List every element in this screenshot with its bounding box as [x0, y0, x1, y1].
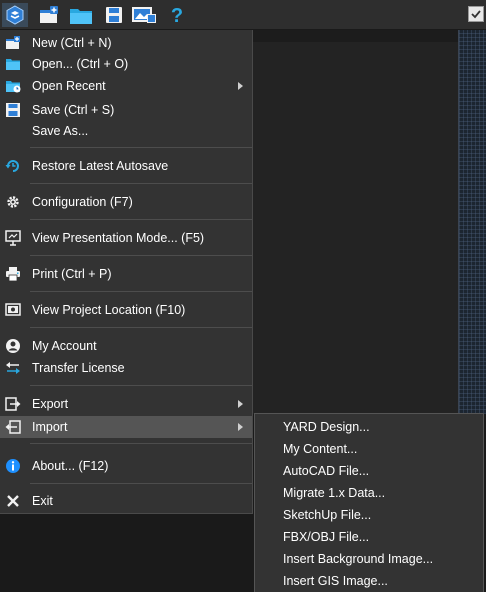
design-canvas[interactable] [252, 42, 458, 414]
grid-panel[interactable] [458, 30, 486, 414]
menu-separator [30, 385, 252, 386]
menu-separator [30, 183, 252, 184]
submenu-item-my-content[interactable]: My Content... [255, 438, 483, 460]
submenu-label: Insert GIS Image... [283, 574, 388, 588]
new-icon [5, 35, 21, 51]
menu-label: New (Ctrl + N) [32, 36, 112, 50]
submenu-label: YARD Design... [283, 420, 370, 434]
menu-label: Transfer License [32, 361, 125, 375]
menu-label: About... (F12) [32, 459, 109, 473]
location-icon [5, 302, 21, 318]
submenu-label: My Content... [283, 442, 358, 456]
submenu-item-migrate-data[interactable]: Migrate 1.x Data... [255, 482, 483, 504]
menu-item-open-recent[interactable]: Open Recent [0, 75, 252, 97]
menu-item-print[interactable]: Print (Ctrl + P) [0, 263, 252, 285]
menu-item-project-location[interactable]: View Project Location (F10) [0, 299, 252, 321]
submenu-arrow-icon [238, 423, 243, 431]
save-button[interactable] [101, 3, 127, 27]
menu-item-transfer-license[interactable]: Transfer License [0, 357, 252, 379]
menu-separator [30, 219, 252, 220]
submenu-label: AutoCAD File... [283, 464, 370, 478]
submenu-item-sketchup-file[interactable]: SketchUp File... [255, 504, 483, 526]
submenu-item-autocad-file[interactable]: AutoCAD File... [255, 460, 483, 482]
menu-item-restore-autosave[interactable]: Restore Latest Autosave [0, 155, 252, 177]
submenu-arrow-icon [238, 400, 243, 408]
menu-label: View Presentation Mode... (F5) [32, 231, 205, 245]
menu-item-save[interactable]: Save (Ctrl + S) [0, 99, 252, 121]
main-toolbar: ? [0, 0, 486, 30]
menu-item-configuration[interactable]: Configuration (F7) [0, 191, 252, 213]
menu-separator [30, 327, 252, 328]
help-button[interactable]: ? [164, 3, 190, 27]
menu-label: Open Recent [32, 79, 106, 93]
checkbox-checked-icon [471, 10, 481, 19]
submenu-label: Migrate 1.x Data... [283, 486, 386, 500]
menu-separator [30, 483, 252, 484]
menu-label: Save (Ctrl + S) [32, 103, 115, 117]
new-project-button[interactable] [36, 3, 62, 27]
save-disk-icon [106, 7, 122, 23]
menu-separator [30, 291, 252, 292]
menu-item-import[interactable]: Import [0, 416, 252, 438]
recent-icon [5, 78, 21, 94]
printer-icon [5, 266, 21, 282]
export-icon [5, 396, 21, 412]
menu-separator [30, 443, 252, 444]
menu-label: Open... (Ctrl + O) [32, 57, 129, 71]
help-icon: ? [171, 5, 183, 25]
toolbar-checkbox[interactable] [468, 6, 484, 22]
submenu-item-fbx-obj-file[interactable]: FBX/OBJ File... [255, 526, 483, 548]
menu-item-about[interactable]: About... (F12) [0, 455, 252, 477]
save-icon [5, 102, 21, 118]
submenu-label: SketchUp File... [283, 508, 372, 522]
presentation-icon [5, 230, 21, 246]
menu-item-export[interactable]: Export [0, 393, 252, 415]
import-submenu: YARD Design... My Content... AutoCAD Fil… [254, 413, 484, 592]
submenu-label: FBX/OBJ File... [283, 530, 370, 544]
submenu-item-gis-image[interactable]: Insert GIS Image... [255, 570, 483, 592]
gear-icon [5, 194, 21, 210]
menu-label: Export [32, 397, 69, 411]
menu-label: Import [32, 420, 68, 434]
submenu-arrow-icon [238, 82, 243, 90]
svg-text:?: ? [171, 5, 183, 25]
menu-item-presentation-mode[interactable]: View Presentation Mode... (F5) [0, 227, 252, 249]
menu-item-exit[interactable]: Exit [0, 490, 252, 512]
menu-label: View Project Location (F10) [32, 303, 186, 317]
menu-separator [30, 255, 252, 256]
close-icon [5, 493, 21, 509]
submenu-label: Insert Background Image... [283, 552, 434, 566]
app-logo-icon [6, 5, 24, 25]
menu-item-open[interactable]: Open... (Ctrl + O) [0, 53, 252, 75]
open-folder-button[interactable] [68, 3, 94, 27]
menu-label: Configuration (F7) [32, 195, 133, 209]
presentation-image-icon [132, 7, 156, 23]
menu-label: Print (Ctrl + P) [32, 267, 112, 281]
menu-label: Save As... [32, 124, 89, 138]
canvas-header-strip [252, 30, 458, 42]
info-icon [5, 458, 21, 474]
import-icon [5, 419, 21, 435]
menu-item-new[interactable]: New (Ctrl + N) [0, 32, 252, 54]
menu-label: Restore Latest Autosave [32, 159, 169, 173]
app-logo-button[interactable] [2, 3, 28, 27]
transfer-icon [5, 360, 21, 376]
restore-icon [5, 158, 21, 174]
menu-label: My Account [32, 339, 97, 353]
open-folder-icon [70, 9, 92, 24]
presentation-button[interactable] [131, 3, 157, 27]
folder-icon [5, 56, 21, 72]
menu-item-save-as[interactable]: Save As... [0, 120, 252, 142]
menu-separator [30, 147, 252, 148]
file-menu: New (Ctrl + N) Open... (Ctrl + O) Open R… [0, 30, 253, 514]
menu-label: Exit [32, 494, 53, 508]
new-project-icon [40, 6, 58, 23]
submenu-item-background-image[interactable]: Insert Background Image... [255, 548, 483, 570]
submenu-item-yard-design[interactable]: YARD Design... [255, 416, 483, 438]
account-icon [5, 338, 21, 354]
menu-item-my-account[interactable]: My Account [0, 335, 252, 357]
